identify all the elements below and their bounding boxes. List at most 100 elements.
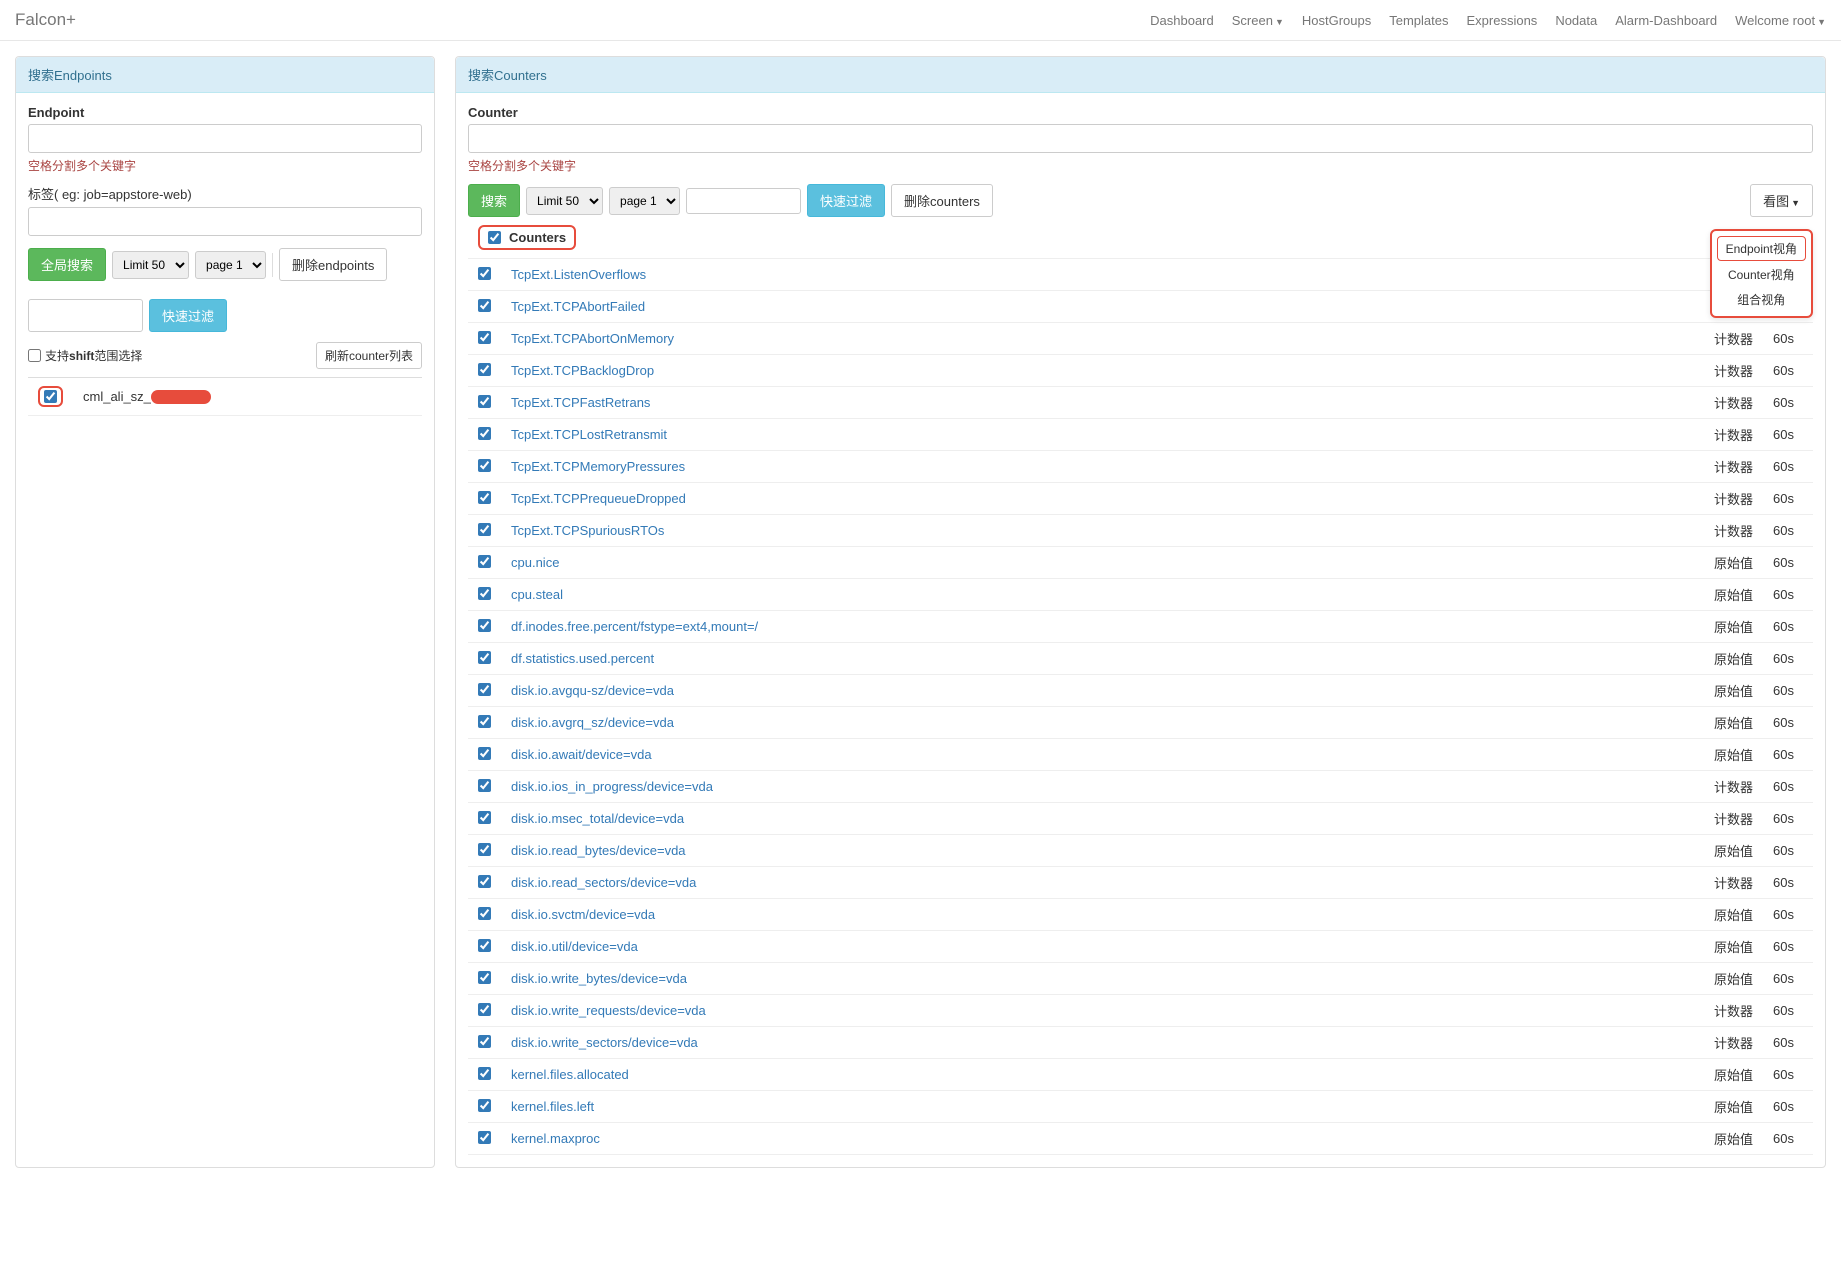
nav-hostgroups[interactable]: HostGroups (1302, 13, 1371, 28)
counter-checkbox[interactable] (478, 683, 491, 696)
nav-expressions[interactable]: Expressions (1467, 13, 1538, 28)
counter-checkbox[interactable] (478, 875, 491, 888)
counter-checkbox[interactable] (478, 715, 491, 728)
select-all-counters-checkbox[interactable] (488, 231, 501, 244)
counter-name-link[interactable]: disk.io.await/device=vda (511, 747, 652, 762)
shift-select-label[interactable]: 支持shift范围选择 (28, 347, 142, 364)
counter-interval: 60s (1763, 803, 1813, 835)
limit-select[interactable]: Limit 50 (112, 251, 189, 279)
counter-checkbox[interactable] (478, 971, 491, 984)
counter-filter-input[interactable] (686, 188, 801, 214)
counter-name-link[interactable]: TcpExt.TCPFastRetrans (511, 395, 650, 410)
counter-name-link[interactable]: TcpExt.ListenOverflows (511, 267, 646, 282)
counter-name-link[interactable]: cpu.nice (511, 555, 559, 570)
counter-name-link[interactable]: disk.io.read_bytes/device=vda (511, 843, 686, 858)
nav-screen[interactable]: Screen▼ (1232, 13, 1284, 28)
delete-counters-button[interactable]: 删除counters (891, 184, 993, 217)
counter-checkbox[interactable] (478, 1003, 491, 1016)
counter-name-link[interactable]: kernel.files.allocated (511, 1067, 629, 1082)
counter-checkbox[interactable] (478, 395, 491, 408)
refresh-counters-button[interactable]: 刷新counter列表 (316, 342, 422, 369)
counter-checkbox[interactable] (478, 779, 491, 792)
counter-checkbox[interactable] (478, 907, 491, 920)
filter-input[interactable] (28, 299, 143, 332)
counter-name-link[interactable]: TcpExt.TCPPrequeueDropped (511, 491, 686, 506)
counter-checkbox[interactable] (478, 619, 491, 632)
counter-name-link[interactable]: disk.io.read_sectors/device=vda (511, 875, 696, 890)
tag-input[interactable] (28, 207, 422, 236)
counter-name-link[interactable]: cpu.steal (511, 587, 563, 602)
counter-name-link[interactable]: disk.io.write_sectors/device=vda (511, 1035, 698, 1050)
counter-checkbox[interactable] (478, 491, 491, 504)
endpoint-input[interactable] (28, 124, 422, 153)
counter-row: TcpExt.TCPSpuriousRTOs计数器60s (468, 515, 1813, 547)
counter-name-link[interactable]: TcpExt.TCPSpuriousRTOs (511, 523, 664, 538)
nav-templates[interactable]: Templates (1389, 13, 1448, 28)
counter-type: 原始值 (1703, 931, 1763, 963)
counter-name-link[interactable]: disk.io.util/device=vda (511, 939, 638, 954)
counter-input[interactable] (468, 124, 1813, 153)
nav-dashboard[interactable]: Dashboard (1150, 13, 1214, 28)
counter-name-link[interactable]: disk.io.svctm/device=vda (511, 907, 655, 922)
counter-name-link[interactable]: kernel.maxproc (511, 1131, 600, 1146)
counter-checkbox[interactable] (478, 555, 491, 568)
counter-checkbox[interactable] (478, 843, 491, 856)
counter-name-link[interactable]: disk.io.write_bytes/device=vda (511, 971, 687, 986)
counter-checkbox[interactable] (478, 363, 491, 376)
endpoint-name: cml_ali_sz_ (83, 389, 151, 404)
counter-name-link[interactable]: TcpExt.TCPLostRetransmit (511, 427, 667, 442)
dropdown-combo-view[interactable]: 组合视角 (1712, 287, 1811, 312)
counter-checkbox[interactable] (478, 331, 491, 344)
counter-checkbox[interactable] (478, 811, 491, 824)
counter-limit-select[interactable]: Limit 50 (526, 187, 603, 215)
counter-name-link[interactable]: disk.io.avgqu-sz/device=vda (511, 683, 674, 698)
counter-checkbox[interactable] (478, 267, 491, 280)
counter-name-link[interactable]: df.statistics.used.percent (511, 651, 654, 666)
dropdown-counter-view[interactable]: Counter视角 (1712, 262, 1811, 287)
counter-row: kernel.files.allocated原始值60s (468, 1059, 1813, 1091)
counters-header-label: Counters (509, 230, 566, 245)
counter-type: 计数器 (1703, 995, 1763, 1027)
counter-checkbox[interactable] (478, 427, 491, 440)
counter-type: 原始值 (1703, 963, 1763, 995)
counter-name-link[interactable]: TcpExt.TCPAbortOnMemory (511, 331, 674, 346)
fast-filter-button[interactable]: 快速过滤 (149, 299, 227, 332)
counter-name-link[interactable]: TcpExt.TCPBacklogDrop (511, 363, 654, 378)
counter-checkbox[interactable] (478, 1099, 491, 1112)
counter-checkbox[interactable] (478, 299, 491, 312)
counter-type: 计数器 (1703, 1027, 1763, 1059)
counter-checkbox[interactable] (478, 1035, 491, 1048)
counter-checkbox[interactable] (478, 651, 491, 664)
global-search-button[interactable]: 全局搜索 (28, 248, 106, 281)
counter-page-select[interactable]: page 1 (609, 187, 680, 215)
counter-row: disk.io.write_requests/device=vda计数器60s (468, 995, 1813, 1027)
endpoint-checkbox[interactable] (44, 390, 57, 403)
counter-checkbox[interactable] (478, 939, 491, 952)
nav-nodata[interactable]: Nodata (1555, 13, 1597, 28)
counter-checkbox[interactable] (478, 1131, 491, 1144)
delete-endpoints-button[interactable]: 删除endpoints (279, 248, 387, 281)
counter-name-link[interactable]: TcpExt.TCPMemoryPressures (511, 459, 685, 474)
dropdown-endpoint-view[interactable]: Endpoint视角 (1718, 237, 1805, 260)
counter-name-link[interactable]: disk.io.avgrq_sz/device=vda (511, 715, 674, 730)
counter-checkbox[interactable] (478, 587, 491, 600)
counter-checkbox[interactable] (478, 747, 491, 760)
counter-checkbox[interactable] (478, 523, 491, 536)
nav-welcome[interactable]: Welcome root▼ (1735, 13, 1826, 28)
counter-checkbox[interactable] (478, 1067, 491, 1080)
counter-name-link[interactable]: TcpExt.TCPAbortFailed (511, 299, 645, 314)
shift-checkbox[interactable] (28, 349, 41, 362)
counter-name-link[interactable]: disk.io.ios_in_progress/device=vda (511, 779, 713, 794)
tag-label: 标签( eg: job=appstore-web) (28, 184, 422, 203)
view-chart-button[interactable]: 看图▼ (1750, 184, 1813, 217)
counter-checkbox[interactable] (478, 459, 491, 472)
nav-alarm-dashboard[interactable]: Alarm-Dashboard (1615, 13, 1717, 28)
counter-name-link[interactable]: df.inodes.free.percent/fstype=ext4,mount… (511, 619, 758, 634)
search-button[interactable]: 搜索 (468, 184, 520, 217)
counter-name-link[interactable]: disk.io.write_requests/device=vda (511, 1003, 706, 1018)
counter-name-link[interactable]: kernel.files.left (511, 1099, 594, 1114)
counter-fast-filter-button[interactable]: 快速过滤 (807, 184, 885, 217)
counter-name-link[interactable]: disk.io.msec_total/device=vda (511, 811, 684, 826)
endpoint-row[interactable]: cml_ali_sz_ (28, 378, 422, 416)
page-select[interactable]: page 1 (195, 251, 266, 279)
